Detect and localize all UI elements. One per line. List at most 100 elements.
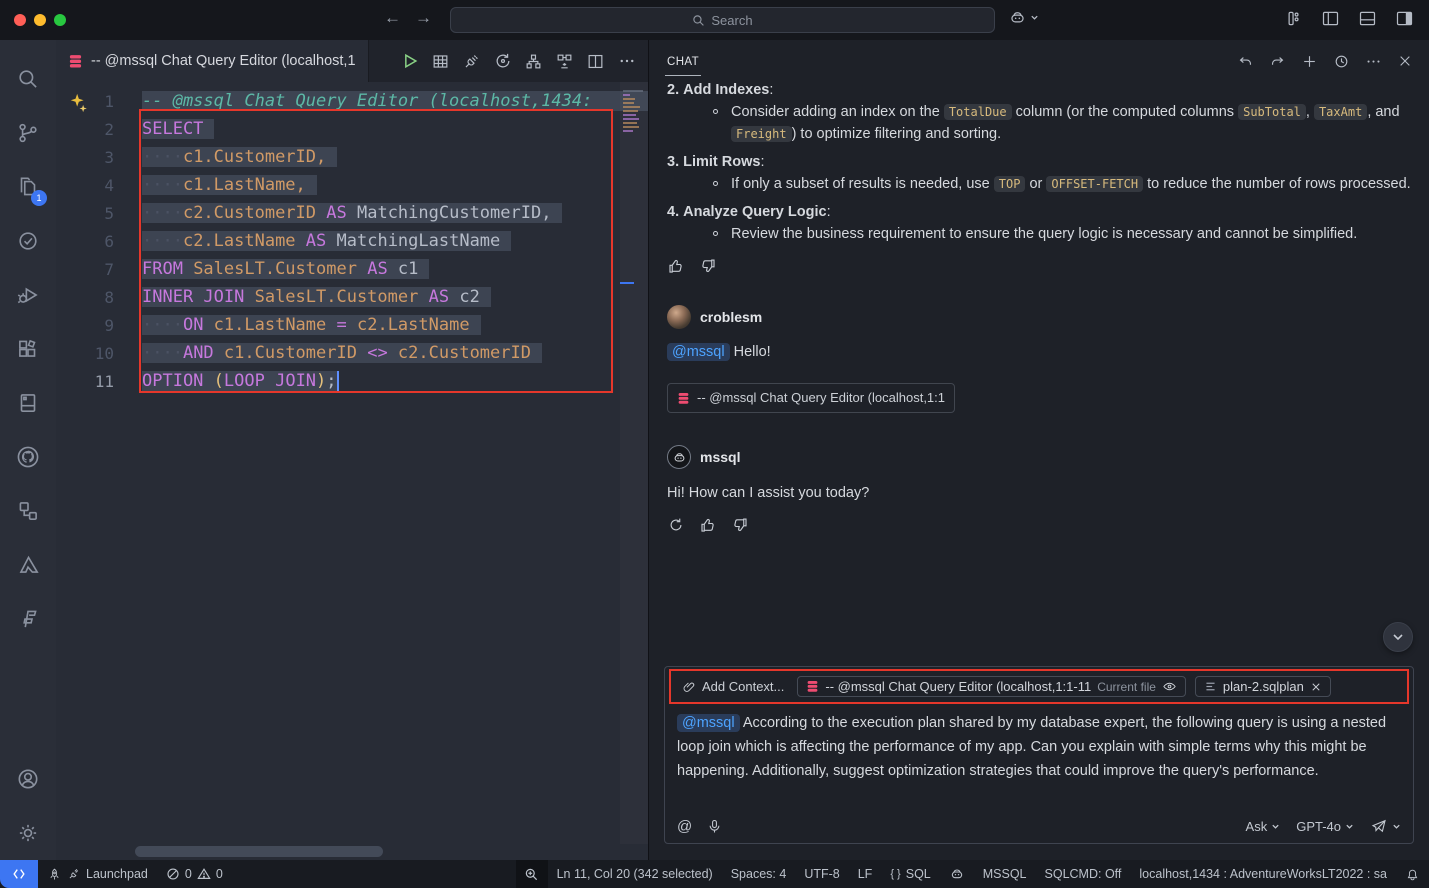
inline-code-chip[interactable]: SubTotal: [1238, 104, 1306, 120]
code-line[interactable]: 7FROM SalesLT.Customer AS c1: [56, 255, 648, 283]
sqlcmd-status[interactable]: SQLCMD: Off: [1036, 860, 1131, 888]
eol-sequence[interactable]: LF: [849, 860, 882, 888]
inline-code-chip[interactable]: TotalDue: [944, 104, 1012, 120]
remote-indicator[interactable]: [0, 860, 38, 888]
customize-layout-icon[interactable]: [1283, 8, 1304, 29]
code-line[interactable]: 2SELECT: [56, 115, 648, 143]
notifications-button[interactable]: [1396, 860, 1429, 888]
inline-code-chip[interactable]: TOP: [994, 176, 1026, 192]
more-icon[interactable]: [1365, 53, 1382, 70]
microphone-icon[interactable]: [706, 818, 723, 835]
inline-code-chip[interactable]: Freight: [731, 126, 792, 142]
minimize-window-button[interactable]: [34, 14, 46, 26]
cursor-position[interactable]: Ln 11, Col 20 (342 selected): [548, 860, 722, 888]
code-line[interactable]: 5····c2.CustomerID AS MatchingCustomerID…: [56, 199, 648, 227]
encoding[interactable]: UTF-8: [795, 860, 848, 888]
toggle-panel-icon[interactable]: [1357, 8, 1378, 29]
zoom-indicator[interactable]: [516, 860, 548, 888]
split-editor-button[interactable]: [582, 48, 609, 75]
close-window-button[interactable]: [14, 14, 26, 26]
scrollbar-thumb[interactable]: [135, 846, 383, 857]
back-icon[interactable]: ←: [384, 8, 401, 28]
new-chat-icon[interactable]: [1301, 53, 1318, 70]
sql-server-view-button[interactable]: [4, 376, 52, 430]
code-line[interactable]: 8INNER JOIN SalesLT.Customer AS c2: [56, 283, 648, 311]
problems-indicator[interactable]: 0 0: [157, 860, 232, 888]
disconnect-button[interactable]: [458, 48, 485, 75]
maximize-window-button[interactable]: [54, 14, 66, 26]
thumbs-down-icon[interactable]: [699, 257, 717, 275]
explorer-view-button[interactable]: 1: [4, 160, 52, 214]
results-grid-button[interactable]: [427, 48, 454, 75]
code-editor[interactable]: 1-- @mssql Chat Query Editor (localhost,…: [56, 82, 648, 844]
close-icon[interactable]: [1397, 53, 1413, 69]
accounts-button[interactable]: [4, 752, 52, 806]
flyway-view-button[interactable]: [4, 592, 52, 646]
code-line[interactable]: 9····ON c1.LastName = c2.LastName: [56, 311, 648, 339]
context-chip-plan-file[interactable]: plan-2.sqlplan: [1195, 676, 1331, 697]
send-button[interactable]: [1370, 817, 1401, 835]
mention-icon[interactable]: @: [677, 818, 692, 835]
model-selector[interactable]: GPT-4o: [1296, 819, 1354, 834]
eye-icon[interactable]: [1162, 679, 1177, 694]
message-attachment-chip[interactable]: -- @mssql Chat Query Editor (localhost,1…: [667, 383, 955, 413]
code-line[interactable]: 10····AND c1.CustomerID <> c2.CustomerID: [56, 339, 648, 367]
scroll-to-bottom-button[interactable]: [1383, 622, 1413, 652]
window-controls[interactable]: [14, 14, 66, 26]
language-mode[interactable]: { } SQL: [881, 860, 939, 888]
code-lines[interactable]: 1-- @mssql Chat Query Editor (localhost,…: [56, 87, 648, 395]
code-line[interactable]: 1-- @mssql Chat Query Editor (localhost,…: [56, 87, 648, 115]
horizontal-scrollbar[interactable]: [56, 844, 648, 860]
code-line[interactable]: 4····c1.LastName,: [56, 171, 648, 199]
thumbs-down-icon[interactable]: [731, 516, 749, 534]
launchpad-button[interactable]: Launchpad: [38, 860, 157, 888]
run-query-button[interactable]: [396, 48, 423, 75]
run-debug-view-button[interactable]: [4, 268, 52, 322]
toggle-secondary-sidebar-icon[interactable]: [1394, 8, 1415, 29]
source-control-view-button[interactable]: [4, 106, 52, 160]
remove-chip-icon[interactable]: [1310, 681, 1322, 693]
history-icon[interactable]: [1333, 53, 1350, 70]
remote-containers-view-button[interactable]: [4, 484, 52, 538]
mode-selector[interactable]: Ask: [1246, 819, 1281, 834]
copilot-status[interactable]: [940, 860, 974, 888]
more-actions-button[interactable]: [613, 48, 640, 75]
forward-icon[interactable]: →: [415, 8, 432, 28]
redo-icon[interactable]: [1269, 53, 1286, 70]
command-center-search[interactable]: Search: [450, 7, 995, 33]
thumbs-up-icon[interactable]: [667, 257, 685, 275]
editor-tab[interactable]: -- @mssql Chat Query Editor (localhost,1: [56, 40, 369, 82]
testing-view-button[interactable]: [4, 214, 52, 268]
mention-chip[interactable]: @mssql: [667, 343, 730, 361]
github-view-button[interactable]: [4, 430, 52, 484]
regenerate-icon[interactable]: [667, 516, 685, 534]
search-view-button[interactable]: [4, 52, 52, 106]
add-context-button[interactable]: Add Context...: [678, 677, 788, 696]
code-line[interactable]: 6····c2.LastName AS MatchingLastName: [56, 227, 648, 255]
indentation[interactable]: Spaces: 4: [722, 860, 796, 888]
toggle-primary-sidebar-icon[interactable]: [1320, 8, 1341, 29]
settings-button[interactable]: [4, 806, 52, 860]
code-line[interactable]: 3····c1.CustomerID,: [56, 143, 648, 171]
estimated-plan-button[interactable]: [520, 48, 547, 75]
copilot-sparkle-icon[interactable]: [68, 92, 90, 114]
mention-chip[interactable]: @mssql: [677, 714, 740, 732]
chat-input-text[interactable]: @mssql According to the execution plan s…: [677, 711, 1401, 809]
inline-code-chip[interactable]: TaxAmt: [1314, 104, 1367, 120]
chat-message-list[interactable]: 2. Add Indexes: Consider adding an index…: [649, 82, 1429, 666]
context-chip-editor[interactable]: -- @mssql Chat Query Editor (localhost,1…: [797, 676, 1186, 697]
minimap[interactable]: [620, 82, 648, 844]
undo-icon[interactable]: [1237, 53, 1254, 70]
change-connection-button[interactable]: [489, 48, 516, 75]
mssql-status[interactable]: MSSQL: [974, 860, 1036, 888]
azure-view-button[interactable]: [4, 538, 52, 592]
connection-status[interactable]: localhost,1434 : AdventureWorksLT2022 : …: [1130, 860, 1396, 888]
thumbs-up-icon[interactable]: [699, 516, 717, 534]
chat-input-container[interactable]: Add Context... -- @mssql Chat Query Edit…: [664, 666, 1414, 844]
tab-chat[interactable]: CHAT: [665, 43, 701, 79]
actual-plan-button[interactable]: [551, 48, 578, 75]
inline-code-chip[interactable]: OFFSET-FETCH: [1046, 176, 1143, 192]
extensions-view-button[interactable]: [4, 322, 52, 376]
code-line[interactable]: 11OPTION (LOOP JOIN);: [56, 367, 648, 395]
copilot-menu-button[interactable]: [1008, 8, 1039, 27]
